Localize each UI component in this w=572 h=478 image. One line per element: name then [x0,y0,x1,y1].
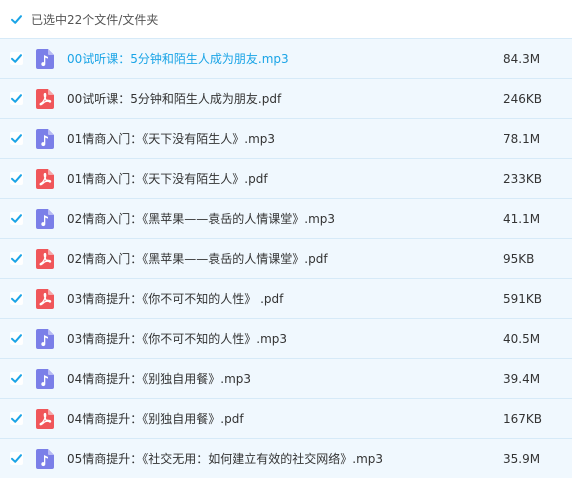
checkmark-icon [11,94,22,103]
file-size: 95KB [503,251,535,266]
file-checkbox[interactable] [10,172,23,185]
checkmark-icon [11,414,22,423]
file-checkbox[interactable] [10,292,23,305]
file-row[interactable]: 05情商提升：《社交无用：如何建立有效的社交网络》.mp3 35.9M [0,438,572,478]
select-all-checkbox[interactable] [10,12,23,26]
audio-file-icon [36,328,54,349]
audio-file-icon [36,128,54,149]
file-name[interactable]: 01情商入门：《天下没有陌生人》.pdf [67,170,447,187]
file-row[interactable]: 01情商入门：《天下没有陌生人》.mp3 78.1M [0,118,572,158]
file-checkbox[interactable] [10,412,23,425]
pdf-file-icon [36,408,54,429]
checkmark-icon [11,14,22,24]
file-size: 84.3M [503,51,541,66]
file-name[interactable]: 04情商提升：《别独自用餐》.pdf [67,410,447,427]
file-size: 41.1M [503,211,541,226]
file-checkbox[interactable] [10,132,23,145]
file-checkbox[interactable] [10,452,23,465]
pdf-file-icon [36,288,54,309]
pdf-file-icon [36,88,54,109]
file-size: 246KB [503,91,543,106]
file-checkbox[interactable] [10,332,23,345]
file-name[interactable]: 02情商入门：《黑苹果——袁岳的人情课堂》.pdf [67,250,447,267]
file-checkbox[interactable] [10,372,23,385]
checkmark-icon [11,214,22,223]
selection-header: 已选中22个文件/文件夹 [0,0,572,38]
file-size: 167KB [503,411,543,426]
checkmark-icon [11,374,22,383]
file-name[interactable]: 03情商提升：《你不可不知的人性》 .pdf [67,290,447,307]
checkmark-icon [11,454,22,463]
file-name[interactable]: 04情商提升：《别独自用餐》.mp3 [67,370,447,387]
file-size: 591KB [503,291,543,306]
pdf-file-icon [36,168,54,189]
file-name[interactable]: 00试听课：5分钟和陌生人成为朋友.pdf [67,90,447,107]
file-row[interactable]: 04情商提升：《别独自用餐》.mp3 39.4M [0,358,572,398]
file-name[interactable]: 03情商提升：《你不可不知的人性》.mp3 [67,330,447,347]
file-name[interactable]: 05情商提升：《社交无用：如何建立有效的社交网络》.mp3 [67,450,447,467]
checkmark-icon [11,174,22,183]
file-name[interactable]: 01情商入门：《天下没有陌生人》.mp3 [67,130,447,147]
pdf-file-icon [36,248,54,269]
audio-file-icon [36,208,54,229]
file-size: 39.4M [503,371,541,386]
file-size: 78.1M [503,131,541,146]
checkmark-icon [11,254,22,263]
audio-file-icon [36,368,54,389]
file-row[interactable]: 04情商提升：《别独自用餐》.pdf 167KB [0,398,572,438]
checkmark-icon [11,334,22,343]
file-checkbox[interactable] [10,212,23,225]
file-selection-panel: 已选中22个文件/文件夹 00试听课：5分钟和陌生人成为朋友.mp3 84.3M 0… [0,0,572,478]
file-size: 40.5M [503,331,541,346]
file-row[interactable]: 02情商入门：《黑苹果——袁岳的人情课堂》.mp3 41.1M [0,198,572,238]
file-row[interactable]: 02情商入门：《黑苹果——袁岳的人情课堂》.pdf 95KB [0,238,572,278]
file-checkbox[interactable] [10,52,23,65]
file-row[interactable]: 00试听课：5分钟和陌生人成为朋友.pdf 246KB [0,78,572,118]
file-list: 00试听课：5分钟和陌生人成为朋友.mp3 84.3M 00试听课：5分钟和陌生人成… [0,38,572,478]
checkmark-icon [11,54,22,63]
file-row[interactable]: 00试听课：5分钟和陌生人成为朋友.mp3 84.3M [0,38,572,78]
file-checkbox[interactable] [10,92,23,105]
file-row[interactable]: 03情商提升：《你不可不知的人性》.mp3 40.5M [0,318,572,358]
selection-summary: 已选中22个文件/文件夹 [31,12,159,27]
file-size: 233KB [503,171,543,186]
file-checkbox[interactable] [10,252,23,265]
audio-file-icon [36,48,54,69]
checkmark-icon [11,294,22,303]
file-name[interactable]: 00试听课：5分钟和陌生人成为朋友.mp3 [67,50,447,67]
file-row[interactable]: 03情商提升：《你不可不知的人性》 .pdf 591KB [0,278,572,318]
checkmark-icon [11,134,22,143]
file-name[interactable]: 02情商入门：《黑苹果——袁岳的人情课堂》.mp3 [67,210,447,227]
audio-file-icon [36,448,54,469]
file-row[interactable]: 01情商入门：《天下没有陌生人》.pdf 233KB [0,158,572,198]
file-size: 35.9M [503,451,541,466]
